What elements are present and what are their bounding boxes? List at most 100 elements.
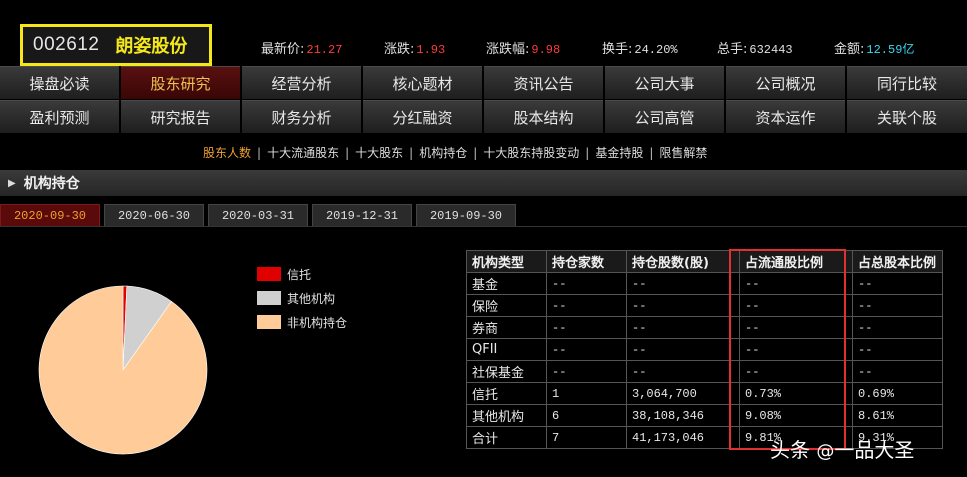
legend-item: 其他机构: [257, 286, 347, 310]
table-row: QFII -- -- -- --: [466, 338, 943, 361]
table-header-cell: 机构类型: [466, 250, 547, 273]
table-cell: QFII: [466, 338, 547, 361]
table-header-cell: 持仓家数: [546, 250, 627, 273]
table-header-cell: 占流通股比例: [739, 250, 853, 273]
table-cell: 合计: [466, 426, 547, 449]
table-cell: 基金: [466, 272, 547, 295]
stock-header: 002612 朗姿股份 最新价: 21.27 涨跌: 1.93 涨跌幅: 9.98 换手: 2…: [0, 0, 967, 66]
legend-swatch: [257, 267, 281, 281]
date-tab[interactable]: 2020-03-31: [208, 204, 308, 226]
stock-code: 002612: [33, 34, 100, 55]
table-row: 保险 -- -- -- --: [466, 294, 943, 317]
table-cell: 0.69%: [852, 382, 943, 405]
sub-nav-link[interactable]: 十大股东持股变动: [483, 146, 579, 160]
table-cell: --: [626, 316, 740, 339]
quote-label: 涨跌幅:: [486, 42, 530, 57]
nav-tab[interactable]: 财务分析: [242, 100, 361, 133]
table-row: 基金 -- -- -- --: [466, 272, 943, 295]
sub-nav-link[interactable]: 股东人数: [203, 146, 251, 160]
table-header-cell: 占总股本比例: [852, 250, 943, 273]
table-cell: 信托: [466, 382, 547, 405]
sub-nav: 股东人数 | 十大流通股东 | 十大股东 | 机构持仓 | 十大股东持股变动 | 基金持股 | 限售解禁: [203, 144, 707, 161]
table-cell: 1: [546, 382, 627, 405]
nav-tab[interactable]: 资讯公告: [484, 66, 603, 99]
table-cell: --: [852, 360, 943, 383]
date-tab[interactable]: 2020-06-30: [104, 204, 204, 226]
nav-tab[interactable]: 公司大事: [605, 66, 724, 99]
table-cell: 其他机构: [466, 404, 547, 427]
table-cell: --: [852, 294, 943, 317]
nav-tab[interactable]: 盈利预测: [0, 100, 119, 133]
nav-tab[interactable]: 核心题材: [363, 66, 482, 99]
sub-nav-link[interactable]: 十大股东: [355, 146, 403, 160]
quote-value: 9.98: [531, 43, 561, 57]
table-cell: --: [739, 294, 853, 317]
institution-holdings-table: 机构类型 持仓家数 持仓股数(股) 占流通股比例 占总股本比例 基金 -- -- -- -- 保险…: [466, 250, 943, 449]
legend-swatch: [257, 291, 281, 305]
date-tab[interactable]: 2019-12-31: [312, 204, 412, 226]
watermark-at: @: [816, 441, 835, 462]
sub-nav-link[interactable]: 十大流通股东: [267, 146, 339, 160]
quote-label: 最新价:: [261, 42, 305, 57]
table-cell: 社保基金: [466, 360, 547, 383]
table-cell: 3,064,700: [626, 382, 740, 405]
legend-label: 信托: [287, 267, 312, 282]
stock-name: 朗姿股份: [115, 36, 188, 57]
table-row: 信托 1 3,064,700 0.73% 0.69%: [466, 382, 943, 405]
nav-tab[interactable]: 经营分析: [242, 66, 361, 99]
nav-tab[interactable]: 关联个股: [847, 100, 967, 133]
section-header[interactable]: ▶ 机构持仓: [0, 170, 967, 196]
sub-nav-link[interactable]: 限售解禁: [659, 146, 707, 160]
table-cell: --: [852, 338, 943, 361]
watermark-name: 一品大圣: [834, 438, 915, 462]
table-cell: --: [739, 272, 853, 295]
legend-swatch: [257, 315, 281, 329]
table-cell: --: [546, 272, 627, 295]
pie-chart-svg: [38, 285, 208, 455]
table-cell: --: [852, 272, 943, 295]
table-cell: --: [546, 360, 627, 383]
nav-tab[interactable]: 操盘必读: [0, 66, 119, 99]
table-cell: 7: [546, 426, 627, 449]
nav-tab[interactable]: 分红融资: [363, 100, 482, 133]
table-cell: 8.61%: [852, 404, 943, 427]
table-cell: --: [626, 272, 740, 295]
table-cell: 9.08%: [739, 404, 853, 427]
sub-nav-link[interactable]: 机构持仓: [419, 146, 467, 160]
quote-item: 总手: 632443: [717, 38, 793, 57]
table-cell: --: [626, 360, 740, 383]
date-tab[interactable]: 2019-09-30: [416, 204, 516, 226]
quote-item: 涨跌幅: 9.98: [486, 38, 560, 57]
quote-label: 涨跌:: [384, 42, 415, 57]
sub-nav-link[interactable]: 基金持股: [595, 146, 643, 160]
sub-nav-separator: |: [257, 146, 262, 160]
table-cell: 券商: [466, 316, 547, 339]
table-cell: --: [852, 316, 943, 339]
table-cell: --: [739, 338, 853, 361]
table-row: 券商 -- -- -- --: [466, 316, 943, 339]
nav-tab[interactable]: 股东研究: [121, 66, 240, 99]
date-tabs: 2020-09-30 2020-06-30 2020-03-31 2019-12-31…: [0, 204, 520, 226]
nav-tab[interactable]: 研究报告: [121, 100, 240, 133]
nav-tab[interactable]: 资本运作: [726, 100, 845, 133]
table-cell: --: [546, 294, 627, 317]
nav-tab[interactable]: 股本结构: [484, 100, 603, 133]
collapse-arrow-icon[interactable]: ▶: [8, 178, 16, 189]
nav-tab[interactable]: 公司概况: [726, 66, 845, 99]
legend-label: 其他机构: [287, 291, 336, 306]
table-cell: 保险: [466, 294, 547, 317]
table-cell: --: [546, 338, 627, 361]
quote-item: 最新价: 21.27: [261, 38, 342, 57]
section-title: 机构持仓: [23, 176, 80, 192]
quote-value: 24.20%: [634, 43, 678, 57]
table-cell: 0.73%: [739, 382, 853, 405]
table-row: 其他机构 6 38,108,346 9.08% 8.61%: [466, 404, 943, 427]
nav-tab[interactable]: 公司高管: [605, 100, 724, 133]
table-row: 社保基金 -- -- -- --: [466, 360, 943, 383]
sub-nav-separator: |: [345, 146, 350, 160]
watermark: 头条 @一品大圣: [770, 434, 914, 463]
nav-tab[interactable]: 同行比较: [847, 66, 967, 99]
table-cell: 38,108,346: [626, 404, 740, 427]
legend-item: 非机构持仓: [257, 310, 347, 334]
date-tab[interactable]: 2020-09-30: [0, 204, 100, 226]
